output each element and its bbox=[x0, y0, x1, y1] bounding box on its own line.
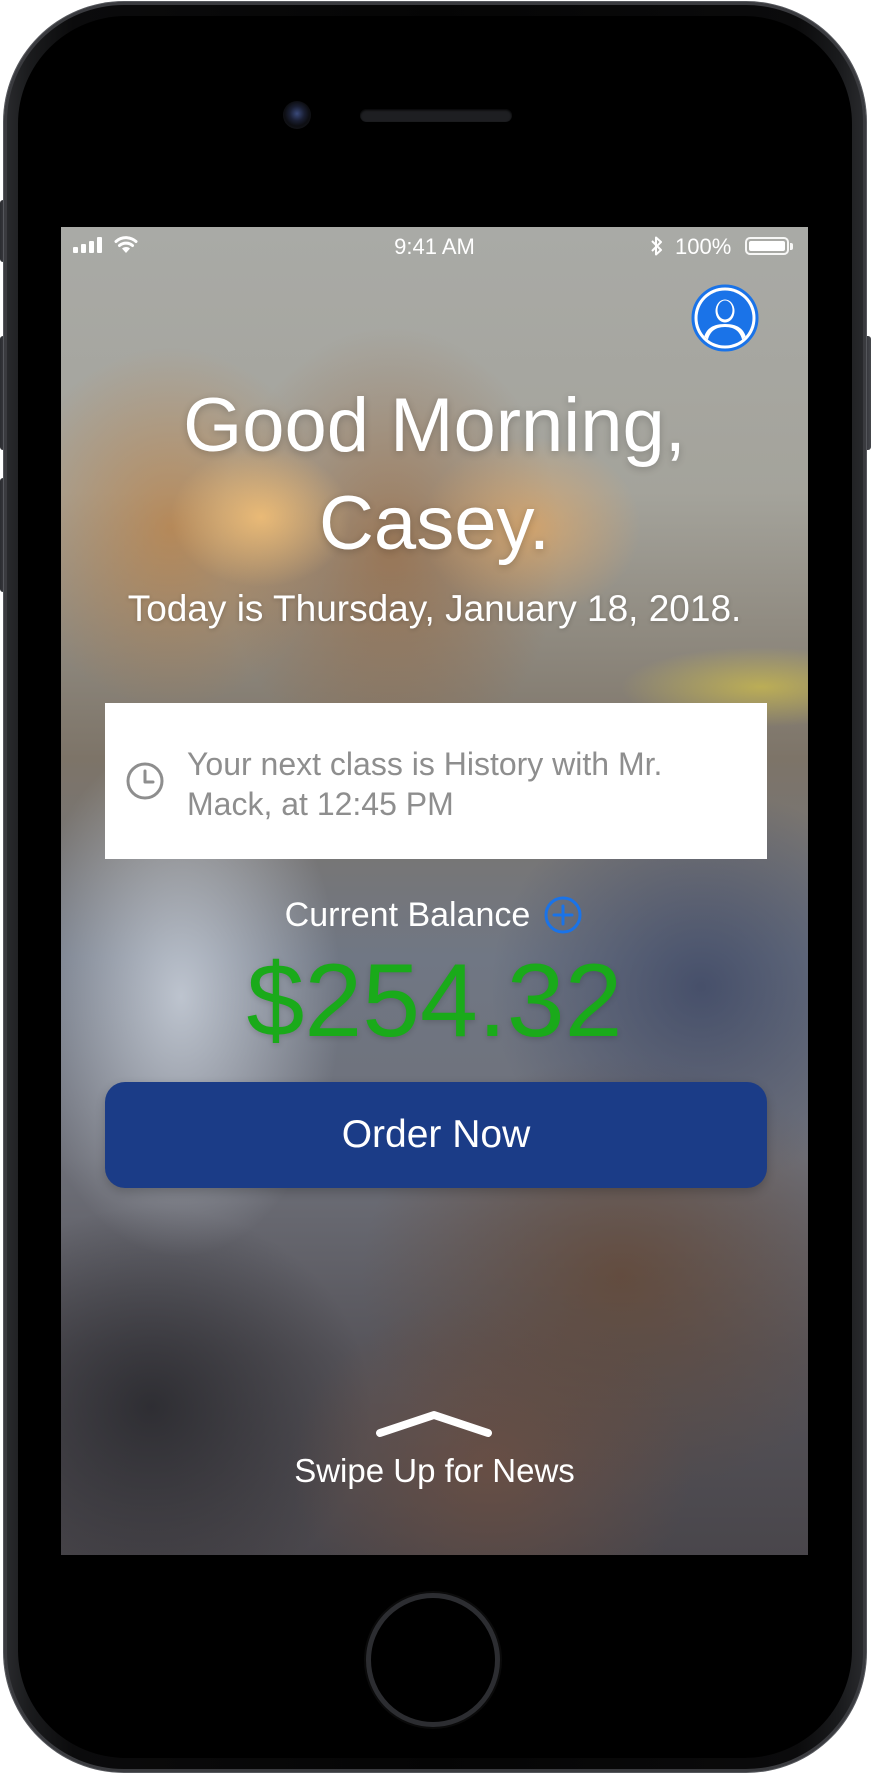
front-camera bbox=[283, 101, 311, 129]
device-mockup: 9:41 AM 100% Good Morning, Casey. Today … bbox=[0, 0, 871, 1777]
greeting-line-1: Good Morning, bbox=[183, 383, 686, 468]
status-bar: 9:41 AM 100% bbox=[61, 227, 808, 267]
balance-amount: $254.32 bbox=[246, 943, 623, 1059]
greeting-heading: Good Morning, Casey. bbox=[61, 377, 808, 573]
earpiece-speaker bbox=[360, 109, 512, 122]
chevron-up-icon[interactable] bbox=[370, 1405, 498, 1441]
date-text: Today is Thursday, January 18, 2018. bbox=[127, 588, 742, 629]
swipe-up-label[interactable]: Swipe Up for News bbox=[61, 1452, 808, 1490]
battery-tip bbox=[790, 243, 793, 250]
app-screen: 9:41 AM 100% Good Morning, Casey. Today … bbox=[61, 227, 808, 1555]
next-class-text: Your next class is History with Mr. Mack… bbox=[187, 746, 663, 822]
order-now-button[interactable]: Order Now bbox=[105, 1082, 767, 1188]
battery-level-fill bbox=[749, 241, 785, 251]
home-button[interactable] bbox=[366, 1593, 500, 1727]
clock-icon bbox=[126, 762, 164, 800]
battery-icon bbox=[745, 237, 793, 255]
balance-header: Current Balance bbox=[61, 892, 808, 934]
next-class-card[interactable]: Your next class is History with Mr. Mack… bbox=[105, 703, 767, 859]
balance-label: Current Balance bbox=[284, 896, 531, 935]
bluetooth-icon bbox=[651, 236, 662, 256]
greeting-line-2: Casey. bbox=[319, 481, 550, 566]
user-avatar-icon[interactable] bbox=[691, 284, 759, 352]
plus-circle-icon[interactable] bbox=[542, 894, 584, 936]
battery-percent: 100% bbox=[675, 234, 732, 259]
